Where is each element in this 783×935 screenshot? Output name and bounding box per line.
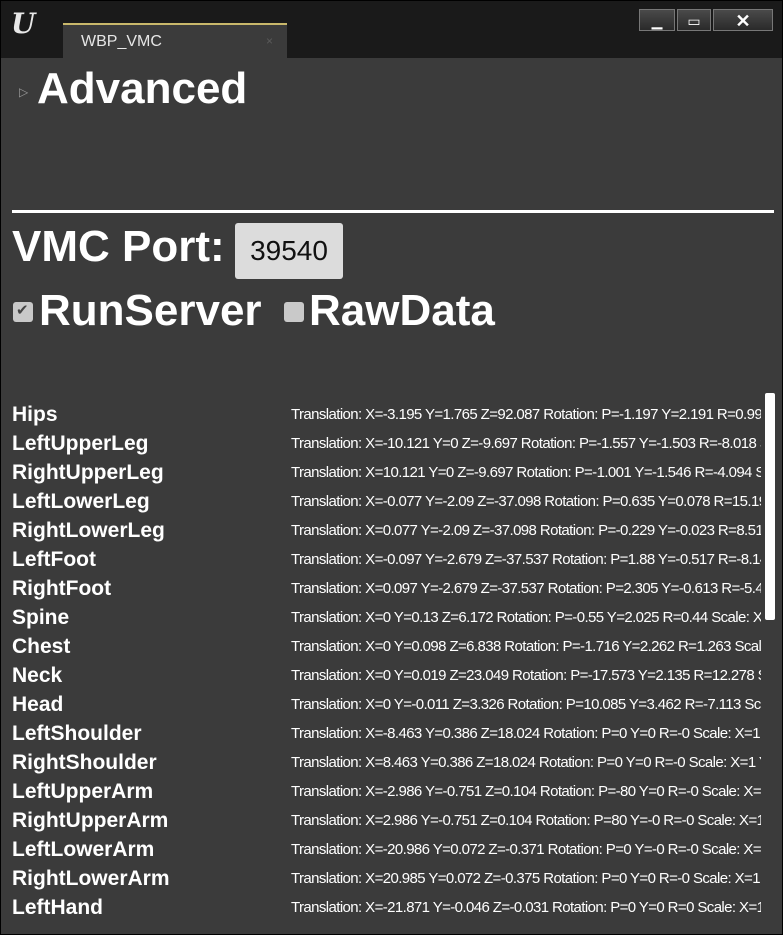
- list-item: LeftUpperArm Translation: X=-2.986 Y=-0.7…: [1, 778, 782, 807]
- list-item: Hips Translation: X=-3.195 Y=1.765 Z=92.0…: [1, 401, 782, 430]
- bone-transform: Translation: X=20.985 Y=0.072 Z=-0.375 R…: [291, 870, 761, 887]
- list-item: RightLowerArm Translation: X=20.985 Y=0.0…: [1, 865, 782, 894]
- list-item: RightUpperArm Translation: X=2.986 Y=-0.7…: [1, 807, 782, 836]
- bone-transform: Translation: X=-21.871 Y=-0.046 Z=-0.031…: [291, 899, 761, 916]
- list-item: RightUpperLeg Translation: X=10.121 Y=0 Z…: [1, 459, 782, 488]
- maximize-button[interactable]: ▭: [677, 9, 711, 31]
- bone-transform: Translation: X=0 Y=0.13 Z=6.172 Rotation…: [291, 609, 761, 626]
- bone-name: LeftHand: [12, 896, 103, 919]
- bone-transform: Translation: X=2.986 Y=-0.751 Z=0.104 Ro…: [291, 812, 761, 829]
- bone-transform: Translation: X=-3.195 Y=1.765 Z=92.087 R…: [291, 406, 761, 423]
- bone-transform: Translation: X=-20.986 Y=0.072 Z=-0.371 …: [291, 841, 761, 858]
- bone-transform: Translation: X=0.097 Y=-2.679 Z=-37.537 …: [291, 580, 761, 597]
- bone-transform: Translation: X=-2.986 Y=-0.751 Z=0.104 R…: [291, 783, 761, 800]
- bone-name: RightLowerArm: [12, 867, 170, 890]
- run-server-checkbox[interactable]: ✔: [13, 302, 33, 322]
- tab-wbp-vmc[interactable]: WBP_VMC ×: [63, 23, 287, 58]
- bone-name: RightUpperLeg: [12, 461, 164, 484]
- tab-label: WBP_VMC: [81, 33, 162, 50]
- list-item: Head Translation: X=0 Y=-0.011 Z=3.326 Ro…: [1, 691, 782, 720]
- bone-transform-list[interactable]: Hips Translation: X=-3.195 Y=1.765 Z=92.0…: [1, 401, 782, 934]
- bone-name: LeftUpperLeg: [12, 432, 149, 455]
- checkmark-icon: ✔: [16, 302, 29, 319]
- bone-transform: Translation: X=10.121 Y=0 Z=-9.697 Rotat…: [291, 464, 761, 481]
- list-item: RightFoot Translation: X=0.097 Y=-2.679 Z…: [1, 575, 782, 604]
- window-controls: ▁ ▭ ✕: [639, 9, 773, 33]
- list-item: LeftHand Translation: X=-21.871 Y=-0.046 …: [1, 894, 782, 923]
- list-item: Neck Translation: X=0 Y=0.019 Z=23.049 Ro…: [1, 662, 782, 691]
- title-bar[interactable]: U WBP_VMC × ▁ ▭ ✕: [1, 1, 782, 58]
- bone-name: LeftUpperArm: [12, 780, 154, 803]
- bone-name: RightUpperArm: [12, 809, 169, 832]
- tab-close-icon[interactable]: ×: [266, 34, 273, 48]
- unreal-engine-logo-icon: U: [11, 7, 36, 40]
- list-item: Chest Translation: X=0 Y=0.098 Z=6.838 Ro…: [1, 633, 782, 662]
- bone-transform: Translation: X=-8.463 Y=0.386 Z=18.024 R…: [291, 725, 761, 742]
- expand-arrow-icon[interactable]: ▷: [19, 85, 28, 99]
- bone-name: LeftLowerLeg: [12, 490, 150, 513]
- bone-transform: Translation: X=-0.097 Y=-2.679 Z=-37.537…: [291, 551, 761, 568]
- list-item: LeftLowerLeg Translation: X=-0.077 Y=-2.0…: [1, 488, 782, 517]
- bone-transform: Translation: X=0 Y=0.019 Z=23.049 Rotati…: [291, 667, 761, 684]
- list-item: RightShoulder Translation: X=8.463 Y=0.38…: [1, 749, 782, 778]
- list-item: LeftUpperLeg Translation: X=-10.121 Y=0 Z…: [1, 430, 782, 459]
- wbp-vmc-window: U WBP_VMC × ▁ ▭ ✕ ▷ Advanced VMC Port: 3…: [0, 0, 783, 935]
- bone-name: LeftLowerArm: [12, 838, 155, 861]
- bone-transform: Translation: X=0 Y=-0.011 Z=3.326 Rotati…: [291, 696, 761, 713]
- minimize-button[interactable]: ▁: [639, 9, 675, 31]
- run-server-label: RunServer: [39, 286, 262, 335]
- list-item: RightLowerLeg Translation: X=0.077 Y=-2.0…: [1, 517, 782, 546]
- bone-name: Head: [12, 693, 64, 716]
- raw-data-label: RawData: [309, 286, 495, 335]
- close-button[interactable]: ✕: [713, 9, 773, 31]
- bone-name: LeftFoot: [12, 548, 96, 571]
- list-item: LeftShoulder Translation: X=-8.463 Y=0.38…: [1, 720, 782, 749]
- bone-transform: Translation: X=0 Y=0.098 Z=6.838 Rotatio…: [291, 638, 761, 655]
- list-item: LeftLowerArm Translation: X=-20.986 Y=0.0…: [1, 836, 782, 865]
- bone-name: Neck: [12, 664, 63, 687]
- bone-transform: Translation: X=-10.121 Y=0 Z=-9.697 Rota…: [291, 435, 761, 452]
- scrollbar[interactable]: [765, 393, 775, 620]
- advanced-section-header[interactable]: Advanced: [37, 64, 247, 114]
- divider: [12, 210, 774, 213]
- vmc-port-label: VMC Port:: [12, 222, 225, 271]
- bone-name: Chest: [12, 635, 71, 658]
- bone-transform: Translation: X=-0.077 Y=-2.09 Z=-37.098 …: [291, 493, 761, 510]
- widget-content: ▷ Advanced VMC Port: 39540 ✔ RunServer R…: [1, 58, 782, 934]
- list-item: LeftFoot Translation: X=-0.097 Y=-2.679 Z…: [1, 546, 782, 575]
- list-item: Spine Translation: X=0 Y=0.13 Z=6.172 Rot…: [1, 604, 782, 633]
- bone-transform: Translation: X=8.463 Y=0.386 Z=18.024 Ro…: [291, 754, 761, 771]
- vmc-port-input[interactable]: 39540: [235, 223, 343, 279]
- bone-name: RightShoulder: [12, 751, 157, 774]
- bone-name: Hips: [12, 403, 58, 426]
- bone-name: RightLowerLeg: [12, 519, 165, 542]
- bone-name: LeftShoulder: [12, 722, 142, 745]
- bone-name: Spine: [12, 606, 70, 629]
- raw-data-checkbox[interactable]: [284, 302, 304, 322]
- bone-transform: Translation: X=0.077 Y=-2.09 Z=-37.098 R…: [291, 522, 761, 539]
- bone-name: RightFoot: [12, 577, 112, 600]
